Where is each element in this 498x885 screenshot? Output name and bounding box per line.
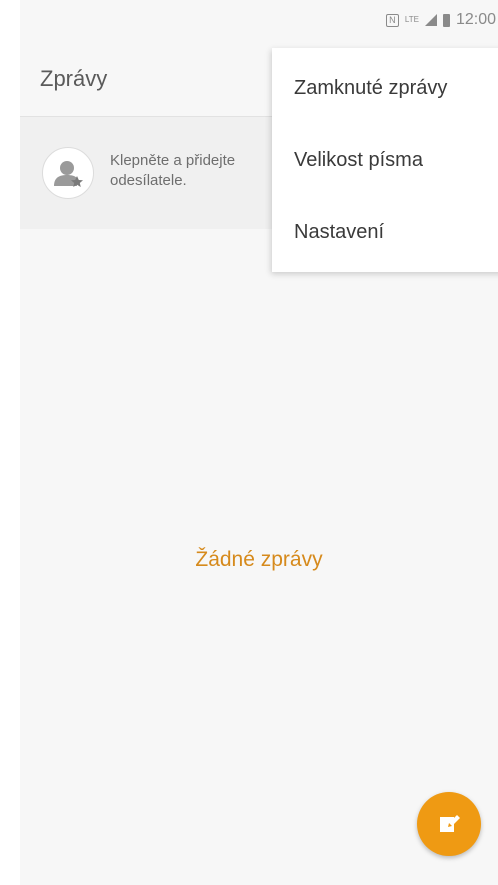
signal-icon <box>424 14 437 26</box>
nfc-icon: N <box>385 13 399 27</box>
compose-button[interactable] <box>417 792 481 856</box>
status-icons: N LTE 12:00 <box>385 11 496 29</box>
status-time: 12:00 <box>455 11 496 28</box>
overflow-menu: Zamknuté zprávy Velikost písma Nastavení <box>272 48 498 272</box>
add-priority-sender-icon <box>42 147 94 199</box>
messages-screen: N LTE 12:00 Zprávy Klepněte a přidejte o… <box>20 0 498 885</box>
person-star-icon <box>54 161 83 187</box>
compose-icon <box>440 815 460 832</box>
page-title: Zprávy <box>40 66 108 91</box>
battery-icon <box>442 13 450 27</box>
status-bar: N LTE 12:00 <box>20 0 498 40</box>
empty-state-text: Žádné zprávy <box>195 548 323 571</box>
lte-icon: LTE <box>404 15 419 24</box>
menu-item-font-size[interactable]: Velikost písma <box>272 124 498 196</box>
menu-item-locked-messages[interactable]: Zamknuté zprávy <box>272 52 498 124</box>
menu-item-settings[interactable]: Nastavení <box>272 196 498 268</box>
